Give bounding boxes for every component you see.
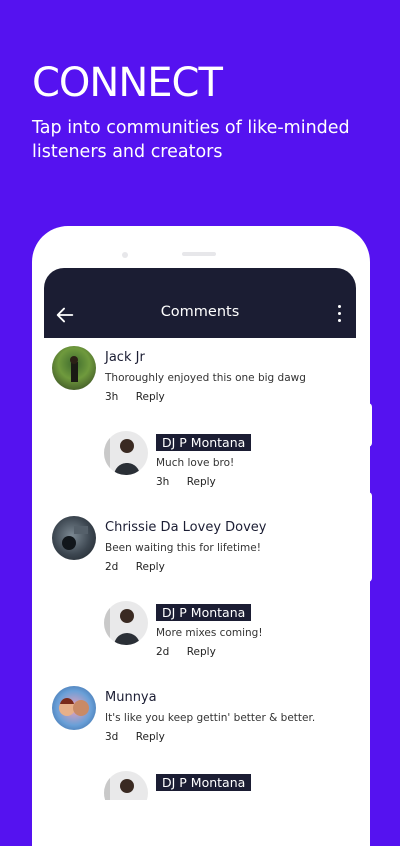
avatar[interactable]	[52, 686, 96, 730]
avatar[interactable]	[104, 431, 148, 475]
phone-side-button	[368, 492, 372, 582]
comment-author-creator-tag[interactable]: DJ P Montana	[156, 774, 252, 791]
comment-text: Been waiting this for lifetime!	[105, 542, 261, 554]
comment-text: Thoroughly enjoyed this one big dawg	[105, 372, 306, 384]
comment-author-creator-tag[interactable]: DJ P Montana	[156, 604, 252, 621]
comment-time: 3d	[105, 731, 119, 743]
reply-button[interactable]: Reply	[136, 731, 165, 743]
more-options-icon[interactable]	[338, 305, 342, 326]
comment-time: 2d	[105, 561, 119, 573]
page-title: Comments	[160, 304, 240, 320]
comment-author-creator-tag[interactable]: DJ P Montana	[156, 434, 252, 451]
reply-button[interactable]: Reply	[187, 476, 216, 488]
promo-subline: Tap into communities of like-minded list…	[32, 118, 350, 162]
avatar[interactable]	[104, 601, 148, 645]
reply-button[interactable]: Reply	[187, 646, 216, 658]
reply-button[interactable]: Reply	[136, 561, 165, 573]
promo-headline: CONNECT	[32, 60, 223, 106]
avatar[interactable]	[52, 516, 96, 560]
comment-time: 3h	[156, 476, 170, 488]
comment-author[interactable]: Jack Jr	[105, 350, 145, 365]
reply-button[interactable]: Reply	[136, 391, 165, 403]
avatar[interactable]	[104, 771, 148, 800]
phone-side-button	[368, 403, 372, 447]
comment-text: More mixes coming!	[156, 627, 263, 639]
phone-camera	[122, 252, 128, 258]
phone-speaker	[182, 252, 216, 256]
comment-text: It's like you keep gettin' better & bett…	[105, 712, 316, 724]
comment-time: 2d	[156, 646, 170, 658]
comment-author[interactable]: Chrissie Da Lovey Dovey	[105, 520, 267, 535]
comments-screen: Comments Jack Jr Thoroughly enjoyed this…	[44, 268, 356, 800]
avatar[interactable]	[52, 346, 96, 390]
app-bar: Comments	[44, 268, 356, 338]
comment-author[interactable]: Munnya	[105, 690, 157, 705]
comment-text: Much love bro!	[156, 457, 235, 469]
comment-time: 3h	[105, 391, 119, 403]
